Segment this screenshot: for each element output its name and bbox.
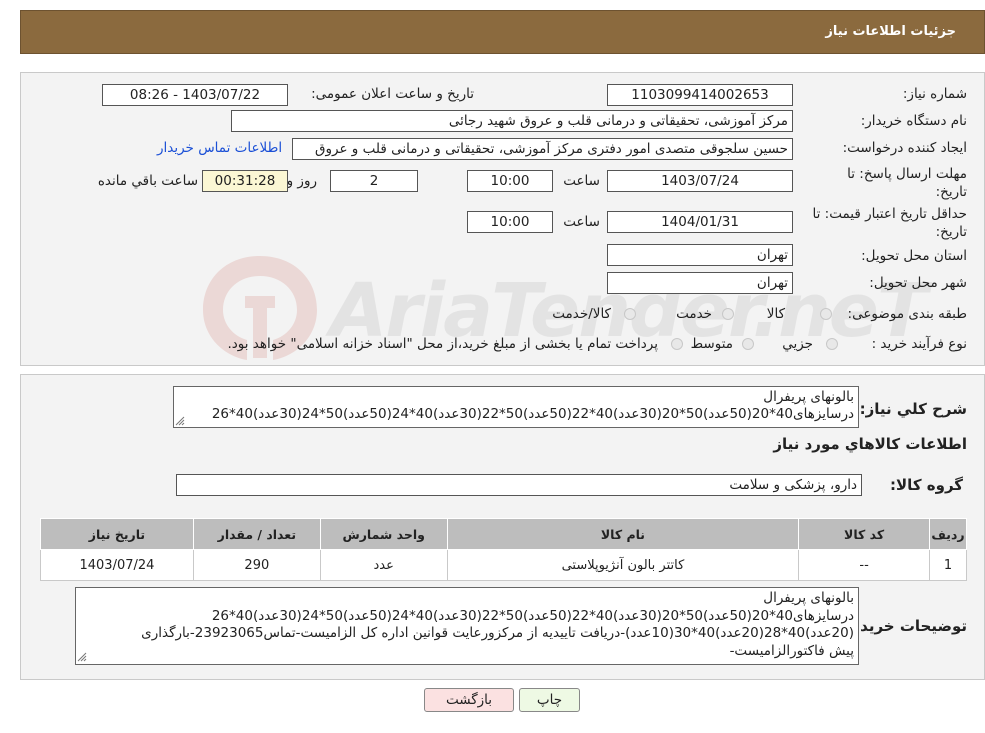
requester-label: ایجاد کننده درخواست: [842,140,967,156]
deadline-time-field[interactable]: 10:00 [467,170,553,192]
summary-line-1: بالونهای پریفرال [763,389,854,405]
table-row[interactable]: 1 -- کاتتر بالون آنژیوپلاستی عدد 290 140… [40,549,967,581]
remaining-time-label: ساعت باقي مانده [97,173,198,189]
resize-grip-icon[interactable] [77,652,87,662]
table-header-row: رديف کد کالا نام کالا واحد شمارش تعداد /… [40,518,967,550]
print-button[interactable]: چاپ [519,688,580,712]
goods-table: رديف کد کالا نام کالا واحد شمارش تعداد /… [40,518,967,581]
summary-textarea[interactable]: بالونهای پریفرال درسایزهای40*20(50عدد)50… [173,386,859,428]
buyer-org-field[interactable]: مرکز آموزشی، تحقیقاتی و درمانی قلب و عرو… [231,110,793,132]
city-label: شهر محل تحویل: [869,275,967,291]
process-minor-radio[interactable] [826,338,838,350]
validity-label: حداقل تاریخ اعتبار قیمت: تا [812,206,967,222]
goods-group-field[interactable]: دارو، پزشکی و سلامت [176,474,862,496]
need-number-field[interactable]: 1103099414002653 [607,84,793,106]
remaining-days-field[interactable]: 2 [330,170,418,192]
resize-grip-icon[interactable] [175,416,185,426]
cell-quantity: 290 [192,549,321,581]
summary-line-2: درسایزهای40*20(50عدد)50*20(30عدد)40*22(5… [211,406,854,422]
remaining-time-field[interactable]: 00:31:28 [202,170,288,192]
buyer-notes-textarea[interactable]: بالونهای پریفرال درسایزهای40*20(50عدد)50… [75,587,859,665]
category-goods-service-radio[interactable] [624,308,636,320]
category-label: طبقه بندی موضوعی: [847,306,967,322]
page-title: جزئیات اطلاعات نیاز [825,24,956,39]
cell-row-number: 1 [929,549,967,581]
col-row-number: رديف [929,518,967,550]
process-type-label: نوع فرآیند خرید : [871,336,967,352]
province-label: استان محل تحویل: [861,248,967,264]
category-service-label: خدمت [676,306,712,322]
deadline-label-date: تاریخ: [935,184,967,200]
notes-line-3: (20عدد)40*28(20عدد)40*30(10عدد)-دریافت ت… [141,625,854,641]
cell-item-name: کاتتر بالون آنژیوپلاستی [446,549,800,581]
col-need-date: تاریخ نیاز [40,518,194,550]
category-goods-radio[interactable] [820,308,832,320]
treasury-checkbox[interactable] [671,338,683,350]
notes-line-4: پیش فاکتورالزامیست- [729,642,854,659]
validity-date-field[interactable]: 1404/01/31 [607,211,793,233]
buyer-org-label: نام دستگاه خریدار: [860,113,967,129]
process-minor-label: جزیي [782,336,813,352]
category-goods-service-label: کالا/خدمت [552,306,611,322]
process-medium-label: متوسط [690,336,733,352]
deadline-label: مهلت ارسال پاسخ: تا [847,166,967,182]
notes-line-1: بالونهای پریفرال [763,590,854,606]
buyer-notes-label: توضیحات خریدار: [840,617,967,635]
deadline-date-field[interactable]: 1403/07/24 [607,170,793,192]
requester-field[interactable]: حسین سلجوقی متصدی امور دفتری مرکز آموزشی… [292,138,793,160]
goods-info-title: اطلاعات کالاهاي مورد نياز [773,435,967,453]
validity-time-field[interactable]: 10:00 [467,211,553,233]
category-service-radio[interactable] [722,308,734,320]
cell-need-date: 1403/07/24 [40,549,194,581]
days-label: روز و [286,173,317,189]
announce-datetime-field[interactable]: 1403/07/22 - 08:26 [102,84,288,106]
province-field[interactable]: تهران [607,244,793,266]
process-medium-radio[interactable] [742,338,754,350]
summary-label: شرح کلي نياز: [859,400,967,418]
cell-item-code: -- [798,549,931,581]
need-number-label: شماره نیاز: [902,86,967,102]
validity-time-label: ساعت [563,214,600,230]
col-unit: واحد شمارش [319,518,448,550]
page-header: جزئیات اطلاعات نیاز [20,10,985,54]
category-goods-label: کالا [766,306,785,322]
validity-label-date: تاریخ: [935,224,967,240]
announce-datetime-label: تاریخ و ساعت اعلان عمومی: [311,86,474,102]
col-item-code: کد کالا [798,518,931,550]
goods-group-label: گروه کالا: [890,476,963,494]
notes-line-2: درسایزهای40*20(50عدد)50*20(30عدد)40*22(5… [211,607,854,624]
cell-unit: عدد [319,549,448,581]
back-button[interactable]: بازگشت [424,688,514,712]
col-quantity: تعداد / مقدار [192,518,321,550]
col-item-name: نام کالا [446,518,800,550]
city-field[interactable]: تهران [607,272,793,294]
deadline-time-label: ساعت [563,173,600,189]
buyer-contact-link[interactable]: اطلاعات تماس خریدار [157,140,282,156]
process-note: پرداخت تمام یا بخشی از مبلغ خرید،از محل … [227,336,658,352]
